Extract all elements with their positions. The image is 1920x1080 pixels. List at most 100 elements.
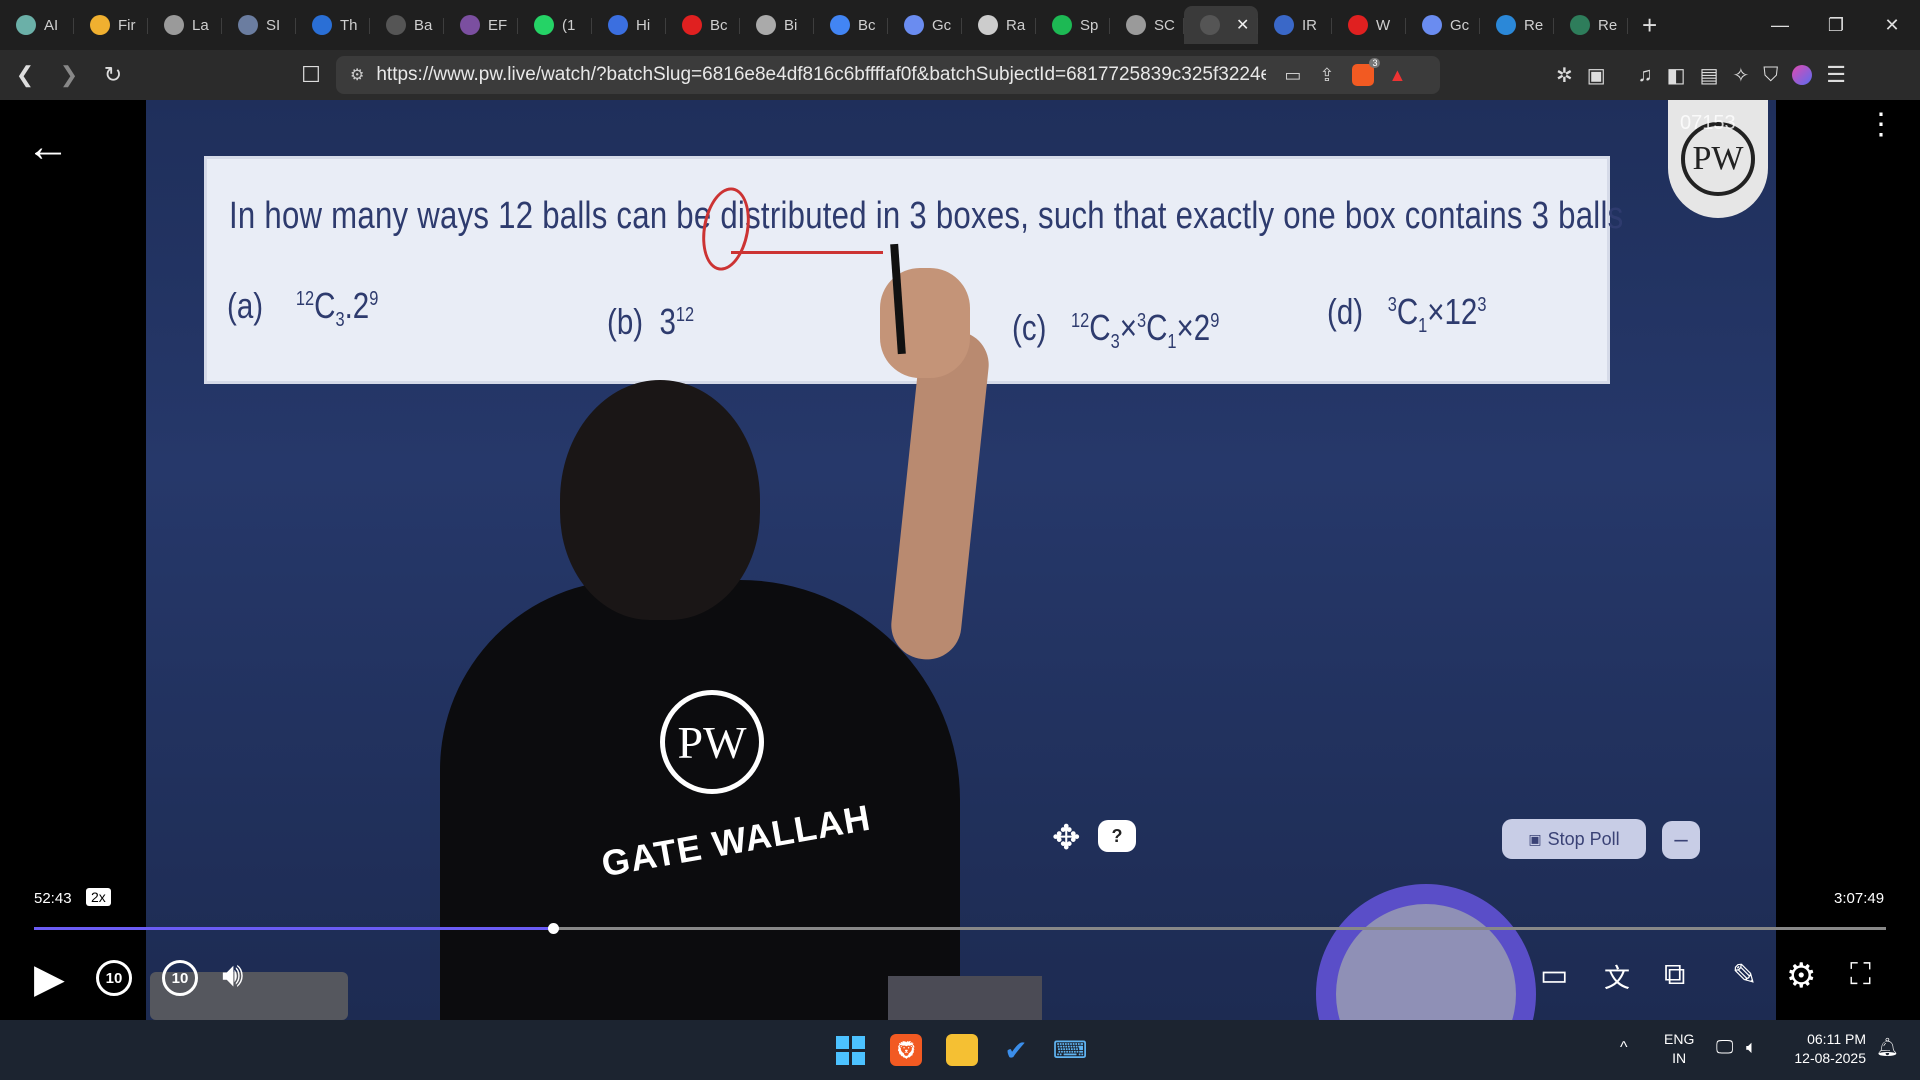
brave-browser-icon[interactable]: 🦁︎ bbox=[890, 1034, 922, 1066]
seek-bar[interactable] bbox=[34, 923, 1886, 934]
browser-tab[interactable]: Bi bbox=[740, 6, 814, 44]
forward-button[interactable]: ❯ bbox=[50, 57, 88, 93]
option-superscript: 9 bbox=[1210, 310, 1220, 332]
site-settings-icon[interactable]: ⚙ bbox=[350, 65, 364, 85]
option-label: (d) bbox=[1327, 291, 1364, 332]
option-subscript: 1 bbox=[1167, 331, 1177, 354]
close-tab-icon[interactable]: ✕ bbox=[1236, 15, 1249, 35]
tab-title: SC bbox=[1154, 16, 1175, 34]
seek-bar-handle[interactable] bbox=[547, 923, 559, 934]
profile-icon[interactable] bbox=[1792, 65, 1813, 85]
skip-forward-icon[interactable]: 10 bbox=[162, 960, 198, 996]
more-options-icon[interactable]: ⋮ bbox=[1866, 110, 1896, 140]
browser-tab[interactable]: Sp bbox=[1036, 6, 1110, 44]
browser-tab[interactable]: Re bbox=[1480, 6, 1554, 44]
browser-tab[interactable]: Th bbox=[296, 6, 370, 44]
tab-favicon-icon bbox=[312, 15, 332, 35]
notes-icon[interactable]: ✎ bbox=[1732, 958, 1757, 993]
share-icon[interactable]: ⇪ bbox=[1319, 65, 1334, 86]
url-text[interactable]: https://www.pw.live/watch/?batchSlug=681… bbox=[376, 64, 1266, 86]
browser-tab[interactable]: W bbox=[1332, 6, 1406, 44]
menu-icon[interactable]: ☰ bbox=[1826, 62, 1846, 88]
notification-bell-icon[interactable]: 🔔︎ bbox=[1876, 1038, 1899, 1057]
vpn-icon[interactable]: ⛉ bbox=[1763, 64, 1778, 87]
minimize-poll-button[interactable]: – bbox=[1662, 821, 1700, 859]
option-superscript: 3 bbox=[1387, 294, 1397, 316]
back-arrow-icon[interactable]: ← bbox=[26, 122, 70, 172]
move-handle-icon[interactable]: ✥ bbox=[1052, 818, 1081, 858]
pw-watermark-logo: PW 07153 bbox=[1668, 100, 1768, 218]
browser-tab[interactable]: SI bbox=[222, 6, 296, 44]
tab-favicon-icon bbox=[1052, 15, 1072, 35]
tab-favicon-icon bbox=[1570, 15, 1590, 35]
browser-tab[interactable]: Ra bbox=[962, 6, 1036, 44]
minimize-button[interactable]: — bbox=[1752, 0, 1808, 50]
browser-tab[interactable]: Bc bbox=[666, 6, 740, 44]
restore-button[interactable]: ❐ bbox=[1808, 0, 1864, 50]
tab-title: Hi bbox=[636, 16, 651, 34]
browser-tab[interactable]: Bc bbox=[814, 6, 888, 44]
browser-tab[interactable]: Hi bbox=[592, 6, 666, 44]
file-explorer-icon[interactable] bbox=[946, 1034, 978, 1066]
browser-tab[interactable]: Ba bbox=[370, 6, 444, 44]
browser-tab[interactable]: ✕ bbox=[1184, 6, 1258, 44]
help-bubble-icon[interactable]: ? bbox=[1098, 820, 1136, 852]
seek-bar-played bbox=[34, 927, 553, 930]
browser-tab[interactable]: SC bbox=[1110, 6, 1184, 44]
new-tab-button[interactable]: + bbox=[1642, 10, 1657, 41]
browser-tab[interactable]: Fir bbox=[74, 6, 148, 44]
language-indicator[interactable]: ENG IN bbox=[1664, 1030, 1694, 1068]
browser-tab[interactable]: Gc bbox=[888, 6, 962, 44]
keyboard-app-icon[interactable]: ⌨ bbox=[1053, 1034, 1088, 1066]
windows-start-icon[interactable] bbox=[834, 1034, 866, 1066]
browser-tab[interactable]: AI bbox=[0, 6, 74, 44]
browser-tab[interactable]: EF bbox=[444, 6, 518, 44]
translate-icon[interactable]: 文 bbox=[1604, 958, 1630, 995]
tab-title: Ra bbox=[1006, 16, 1026, 34]
wallet-icon[interactable]: ▤ bbox=[1700, 63, 1719, 88]
browser-tab[interactable]: Gc bbox=[1406, 6, 1480, 44]
brave-shield-icon[interactable]: 3 bbox=[1352, 58, 1381, 86]
cast-icon[interactable]: ▭ bbox=[1284, 65, 1301, 86]
picture-in-picture-icon[interactable]: ⧉ bbox=[1664, 958, 1685, 992]
fullscreen-icon[interactable]: ⛶ bbox=[1850, 958, 1871, 992]
extensions-icon[interactable]: ✲ bbox=[1556, 63, 1573, 88]
tray-overflow-icon[interactable]: ^ bbox=[1620, 1038, 1628, 1057]
settings-gear-icon[interactable]: ⚙ bbox=[1786, 956, 1816, 996]
sidebar-icon[interactable]: ◧ bbox=[1667, 63, 1686, 88]
chat-icon[interactable]: ▭ bbox=[1540, 958, 1568, 993]
teacher-head bbox=[560, 380, 760, 620]
skip-back-icon[interactable]: 10 bbox=[96, 960, 132, 996]
option-term: C bbox=[1396, 291, 1419, 332]
close-window-button[interactable]: ✕ bbox=[1864, 0, 1920, 50]
tab-favicon-icon bbox=[386, 15, 406, 35]
tab-favicon-icon bbox=[534, 15, 554, 35]
browser-tab[interactable]: Re bbox=[1554, 6, 1628, 44]
bookmark-icon[interactable]: ☐ bbox=[292, 57, 330, 93]
browser-tab[interactable]: IR bbox=[1258, 6, 1332, 44]
browser-tab[interactable]: La bbox=[148, 6, 222, 44]
tab-title: Bc bbox=[710, 16, 728, 34]
tab-favicon-icon bbox=[1348, 15, 1368, 35]
video-player[interactable]: In how many ways 12 balls can be distrib… bbox=[0, 100, 1920, 1020]
todo-check-icon[interactable]: ✔ bbox=[1000, 1034, 1032, 1066]
network-icon[interactable]: 🖵︎ bbox=[1716, 1038, 1733, 1057]
tab-title: Gc bbox=[932, 16, 952, 34]
media-icon[interactable]: ♫ bbox=[1638, 64, 1653, 87]
tab-title: Ba bbox=[414, 16, 433, 34]
play-icon[interactable]: ▶ bbox=[34, 956, 65, 1002]
clock[interactable]: 06:11 PM 12-08-2025 bbox=[1786, 1030, 1866, 1068]
address-bar[interactable]: ⚙ https://www.pw.live/watch/?batchSlug=6… bbox=[336, 56, 1440, 94]
reload-button[interactable]: ↻ bbox=[94, 57, 132, 93]
speaker-icon[interactable]: 🔈︎ bbox=[1746, 1038, 1757, 1057]
reader-icon[interactable]: ▣ bbox=[1587, 63, 1606, 88]
browser-tab[interactable]: (1 bbox=[518, 6, 592, 44]
playback-speed-badge[interactable]: 2x bbox=[86, 888, 111, 906]
shirt-logo: PW bbox=[660, 690, 764, 794]
leo-ai-icon[interactable]: ✧ bbox=[1732, 63, 1749, 88]
tab-title: IR bbox=[1302, 16, 1317, 34]
stop-poll-button[interactable]: ▣ Stop Poll bbox=[1502, 819, 1646, 859]
volume-icon[interactable]: 🔊︎ bbox=[222, 956, 243, 995]
back-button[interactable]: ❮ bbox=[6, 57, 44, 93]
brave-rewards-icon[interactable]: ▲ bbox=[1388, 65, 1406, 86]
